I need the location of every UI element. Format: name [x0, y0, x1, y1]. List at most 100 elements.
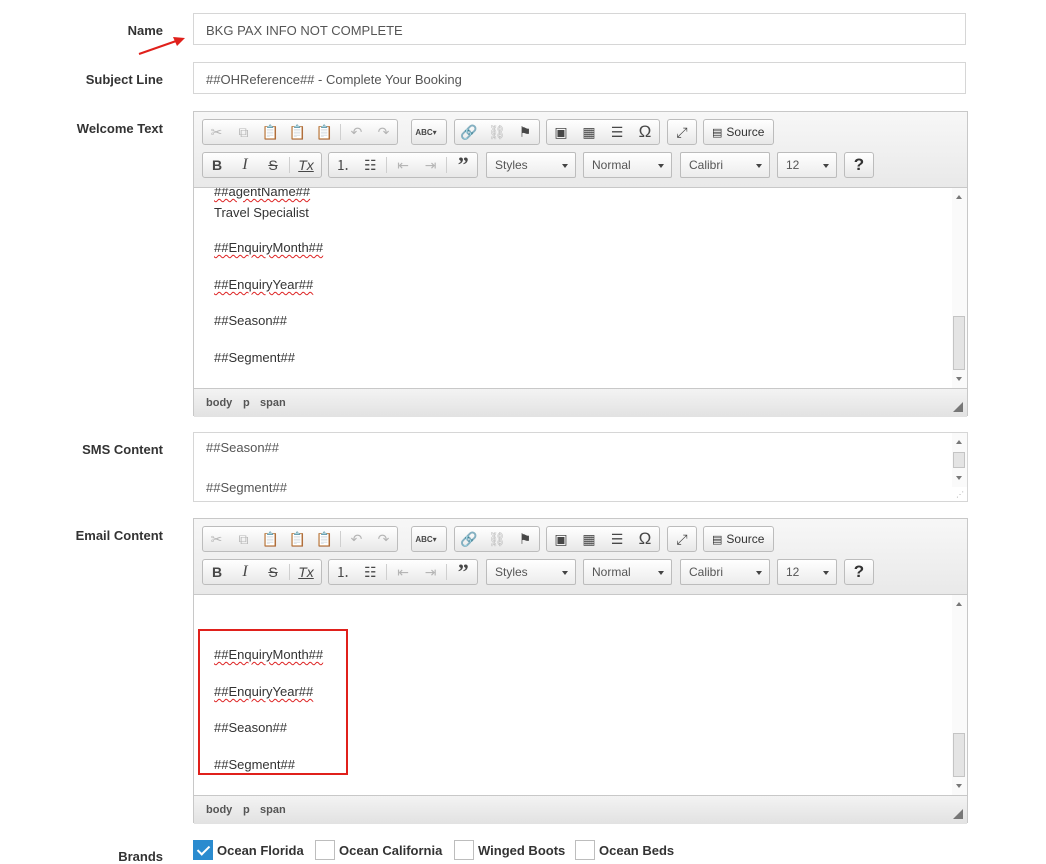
blockquote-button[interactable]: ” — [449, 559, 477, 584]
maximize-icon[interactable]: ⤢ — [668, 120, 696, 144]
unlink-icon[interactable]: ⛓ — [483, 120, 511, 144]
italic-button[interactable]: I — [231, 560, 259, 584]
font-dropdown[interactable]: Calibri — [680, 559, 770, 585]
paste-word-icon[interactable]: 📋 — [311, 120, 338, 144]
scroll-thumb[interactable] — [953, 733, 965, 777]
path-p[interactable]: p — [243, 397, 250, 409]
scroll-up-icon[interactable] — [956, 602, 962, 606]
indent-icon[interactable]: ⇥ — [417, 560, 445, 584]
checkbox[interactable] — [575, 840, 595, 860]
sms-content-textarea[interactable]: ##Season## ##Segment## ⋰ — [193, 432, 968, 502]
special-char-icon[interactable]: Ω — [631, 527, 659, 551]
table-icon[interactable]: ▦ — [575, 527, 603, 551]
maximize-icon[interactable]: ⤢ — [668, 527, 696, 551]
sms-content-label: SMS Content — [82, 442, 163, 457]
brand-ocean-beds[interactable]: Ocean Beds — [575, 839, 674, 861]
name-input[interactable]: BKG PAX INFO NOT COMPLETE — [193, 13, 966, 45]
link-icon[interactable]: 🔗 — [455, 120, 483, 144]
path-body[interactable]: body — [206, 397, 232, 409]
font-size-dropdown[interactable]: 12 — [777, 559, 837, 585]
source-button[interactable]: ▤ Source — [703, 526, 774, 552]
scroll-up-icon[interactable] — [956, 195, 962, 199]
spellcheck-icon[interactable]: ABC ▾ — [412, 120, 440, 144]
cut-icon[interactable]: ✂ — [203, 527, 230, 551]
image-icon[interactable]: ▣ — [547, 527, 575, 551]
indent-icon[interactable]: ⇥ — [417, 153, 445, 177]
link-icon[interactable]: 🔗 — [455, 527, 483, 551]
path-span[interactable]: span — [260, 804, 286, 816]
font-size-dropdown[interactable]: 12 — [777, 152, 837, 178]
help-button[interactable]: ? — [844, 559, 874, 585]
redo-icon[interactable]: ↷ — [370, 120, 397, 144]
path-p[interactable]: p — [243, 804, 250, 816]
bold-button[interactable]: B — [203, 153, 231, 177]
sms-line: ##Season## — [206, 440, 280, 455]
resize-handle-icon[interactable] — [953, 402, 963, 412]
numbered-list-icon[interactable]: ⒈ — [329, 560, 357, 584]
unlink-icon[interactable]: ⛓ — [483, 527, 511, 551]
checkbox-checked[interactable] — [193, 840, 213, 860]
styles-dropdown[interactable]: Styles — [486, 152, 576, 178]
format-dropdown[interactable]: Normal — [583, 152, 672, 178]
bulleted-list-icon[interactable]: ☷ — [357, 153, 385, 177]
italic-button[interactable]: I — [231, 153, 259, 177]
paste-text-icon[interactable]: 📋 — [284, 120, 311, 144]
anchor-flag-icon[interactable]: ⚑ — [511, 120, 539, 144]
strike-button[interactable]: S — [259, 153, 287, 177]
redo-icon[interactable]: ↷ — [370, 527, 397, 551]
scroll-thumb[interactable] — [953, 452, 965, 468]
paste-icon[interactable]: 📋 — [257, 120, 284, 144]
image-icon[interactable]: ▣ — [547, 120, 575, 144]
scroll-down-icon[interactable] — [956, 784, 962, 788]
styles-dropdown[interactable]: Styles — [486, 559, 576, 585]
help-button[interactable]: ? — [844, 152, 874, 178]
strike-button[interactable]: S — [259, 560, 287, 584]
horizontal-line-icon[interactable]: ☰ — [603, 120, 631, 144]
email-edit-area[interactable]: ##EnquiryMonth## ##EnquiryYear## ##Seaso… — [194, 595, 967, 795]
spellcheck-group: ABC ▾ — [411, 526, 447, 552]
remove-format-button[interactable]: Tx — [292, 560, 320, 584]
source-button[interactable]: ▤ Source — [703, 119, 774, 145]
undo-icon[interactable]: ↶ — [343, 120, 370, 144]
table-icon[interactable]: ▦ — [575, 120, 603, 144]
scroll-up-icon[interactable] — [956, 440, 962, 444]
bold-button[interactable]: B — [203, 560, 231, 584]
email-scrollbar[interactable] — [952, 595, 967, 795]
brand-ocean-california[interactable]: Ocean California — [315, 839, 442, 861]
undo-icon[interactable]: ↶ — [343, 527, 370, 551]
editor-line: ##EnquiryYear## — [214, 277, 314, 292]
brand-ocean-florida[interactable]: Ocean Florida — [193, 839, 304, 861]
textarea-resize-icon[interactable]: ⋰ — [956, 490, 964, 499]
sms-scrollbar[interactable] — [952, 433, 967, 487]
horizontal-line-icon[interactable]: ☰ — [603, 527, 631, 551]
format-dropdown[interactable]: Normal — [583, 559, 672, 585]
anchor-flag-icon[interactable]: ⚑ — [511, 527, 539, 551]
blockquote-button[interactable]: ” — [449, 152, 477, 177]
outdent-icon[interactable]: ⇤ — [389, 560, 417, 584]
numbered-list-icon[interactable]: ⒈ — [329, 153, 357, 177]
subject-line-input[interactable]: ##OHReference## - Complete Your Booking — [193, 62, 966, 94]
checkbox[interactable] — [315, 840, 335, 860]
paste-icon[interactable]: 📋 — [257, 527, 284, 551]
bulleted-list-icon[interactable]: ☷ — [357, 560, 385, 584]
path-span[interactable]: span — [260, 397, 286, 409]
scroll-down-icon[interactable] — [956, 476, 962, 480]
spellcheck-icon[interactable]: ABC ▾ — [412, 527, 440, 551]
welcome-edit-area[interactable]: ##agentName## Travel Specialist ##Enquir… — [194, 188, 967, 388]
brand-winged-boots[interactable]: Winged Boots — [454, 839, 565, 861]
copy-icon[interactable]: ⧉ — [230, 120, 257, 144]
paste-text-icon[interactable]: 📋 — [284, 527, 311, 551]
welcome-scrollbar[interactable] — [952, 188, 967, 388]
font-dropdown[interactable]: Calibri — [680, 152, 770, 178]
scroll-down-icon[interactable] — [956, 377, 962, 381]
checkbox[interactable] — [454, 840, 474, 860]
resize-handle-icon[interactable] — [953, 809, 963, 819]
scroll-thumb[interactable] — [953, 316, 965, 370]
remove-format-button[interactable]: Tx — [292, 153, 320, 177]
copy-icon[interactable]: ⧉ — [230, 527, 257, 551]
outdent-icon[interactable]: ⇤ — [389, 153, 417, 177]
special-char-icon[interactable]: Ω — [631, 120, 659, 144]
paste-word-icon[interactable]: 📋 — [311, 527, 338, 551]
cut-icon[interactable]: ✂ — [203, 120, 230, 144]
path-body[interactable]: body — [206, 804, 232, 816]
